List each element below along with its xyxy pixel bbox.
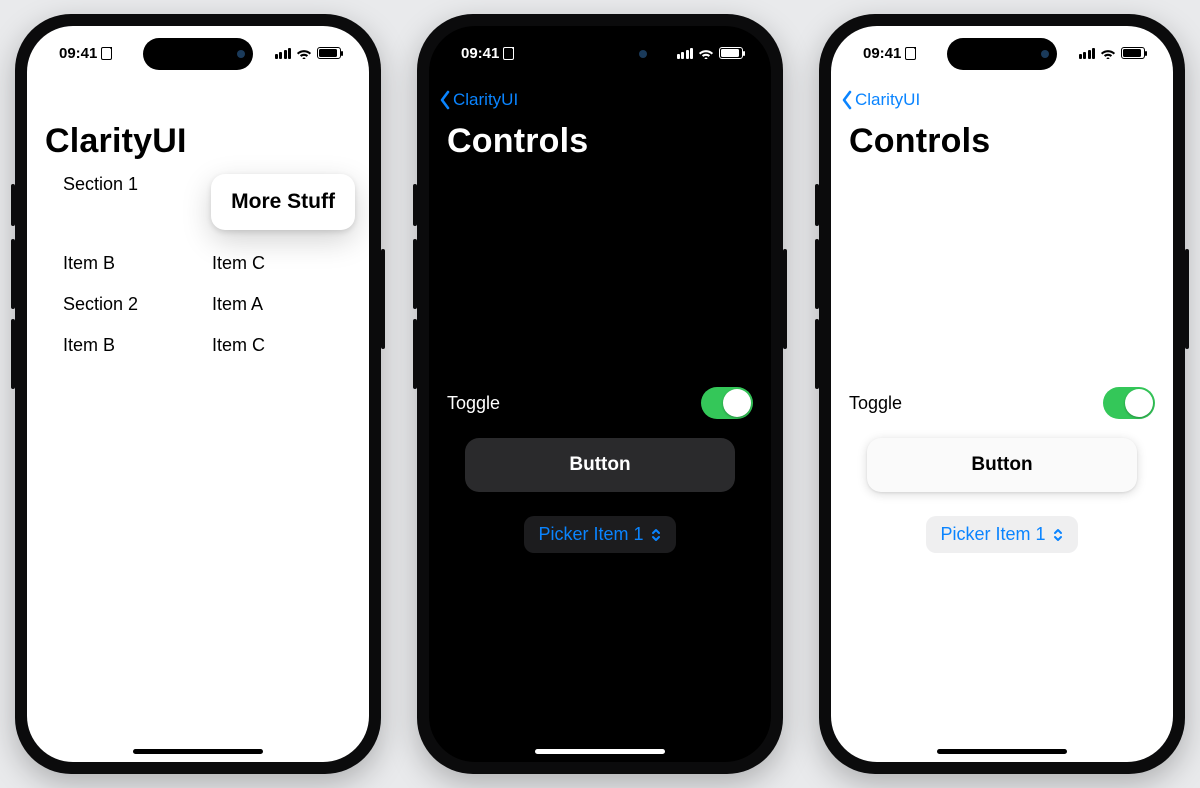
dynamic-island xyxy=(143,38,253,70)
dynamic-island xyxy=(947,38,1057,70)
sim-icon xyxy=(503,47,514,60)
status-time: 09:41 xyxy=(59,45,97,62)
page-title: Controls xyxy=(447,122,753,161)
sim-icon xyxy=(101,47,112,60)
chevron-up-down-icon xyxy=(1052,527,1064,543)
wifi-icon xyxy=(1100,47,1116,59)
home-indicator[interactable] xyxy=(937,749,1067,754)
section-header-2: Section 2 xyxy=(63,294,200,315)
page-title: Controls xyxy=(849,122,1155,161)
list-item[interactable]: Item B xyxy=(63,253,200,274)
primary-button[interactable]: Button xyxy=(867,438,1136,492)
picker-button[interactable]: Picker Item 1 xyxy=(926,516,1077,553)
list-item[interactable]: Item C xyxy=(212,253,349,274)
home-indicator[interactable] xyxy=(535,749,665,754)
screen-light-controls: 09:41 ClarityUI Controls Toggle Button xyxy=(831,26,1173,762)
wifi-icon xyxy=(296,47,312,59)
cellular-icon xyxy=(677,48,694,59)
screen-light-list: 09:41 ClarityUI Section 1 Item B Item C … xyxy=(27,26,369,762)
cellular-icon xyxy=(1079,48,1096,59)
picker-button[interactable]: Picker Item 1 xyxy=(524,516,675,553)
list-item[interactable]: Item C xyxy=(212,335,349,356)
page-title: ClarityUI xyxy=(45,122,351,161)
button-label: Button xyxy=(569,454,630,476)
device-mock-2: 09:41 ClarityUI Controls Toggle Button xyxy=(417,14,783,774)
section-header-1: Section 1 xyxy=(63,174,200,195)
toggle-switch[interactable] xyxy=(701,387,753,419)
chevron-up-down-icon xyxy=(650,527,662,543)
dynamic-island xyxy=(545,38,655,70)
back-button[interactable]: ClarityUI xyxy=(439,90,518,110)
context-menu-more-stuff[interactable]: More Stuff xyxy=(211,174,355,230)
status-time: 09:41 xyxy=(863,45,901,62)
toggle-label: Toggle xyxy=(849,393,902,414)
toggle-label: Toggle xyxy=(447,393,500,414)
wifi-icon xyxy=(698,47,714,59)
status-time: 09:41 xyxy=(461,45,499,62)
chevron-left-icon xyxy=(439,90,451,110)
back-button[interactable]: ClarityUI xyxy=(841,90,920,110)
back-label: ClarityUI xyxy=(855,90,920,110)
list-item[interactable]: Item B xyxy=(63,335,200,356)
battery-icon xyxy=(317,47,341,59)
cellular-icon xyxy=(275,48,292,59)
home-indicator[interactable] xyxy=(133,749,263,754)
list-item[interactable]: Item A xyxy=(212,294,349,315)
device-mock-1: 09:41 ClarityUI Section 1 Item B Item C … xyxy=(15,14,381,774)
battery-icon xyxy=(1121,47,1145,59)
back-label: ClarityUI xyxy=(453,90,518,110)
chevron-left-icon xyxy=(841,90,853,110)
device-mock-3: 09:41 ClarityUI Controls Toggle Button xyxy=(819,14,1185,774)
battery-icon xyxy=(719,47,743,59)
sim-icon xyxy=(905,47,916,60)
button-label: Button xyxy=(971,454,1032,476)
picker-label: Picker Item 1 xyxy=(940,524,1045,545)
primary-button[interactable]: Button xyxy=(465,438,734,492)
toggle-switch[interactable] xyxy=(1103,387,1155,419)
screen-dark-controls: 09:41 ClarityUI Controls Toggle Button xyxy=(429,26,771,762)
picker-label: Picker Item 1 xyxy=(538,524,643,545)
